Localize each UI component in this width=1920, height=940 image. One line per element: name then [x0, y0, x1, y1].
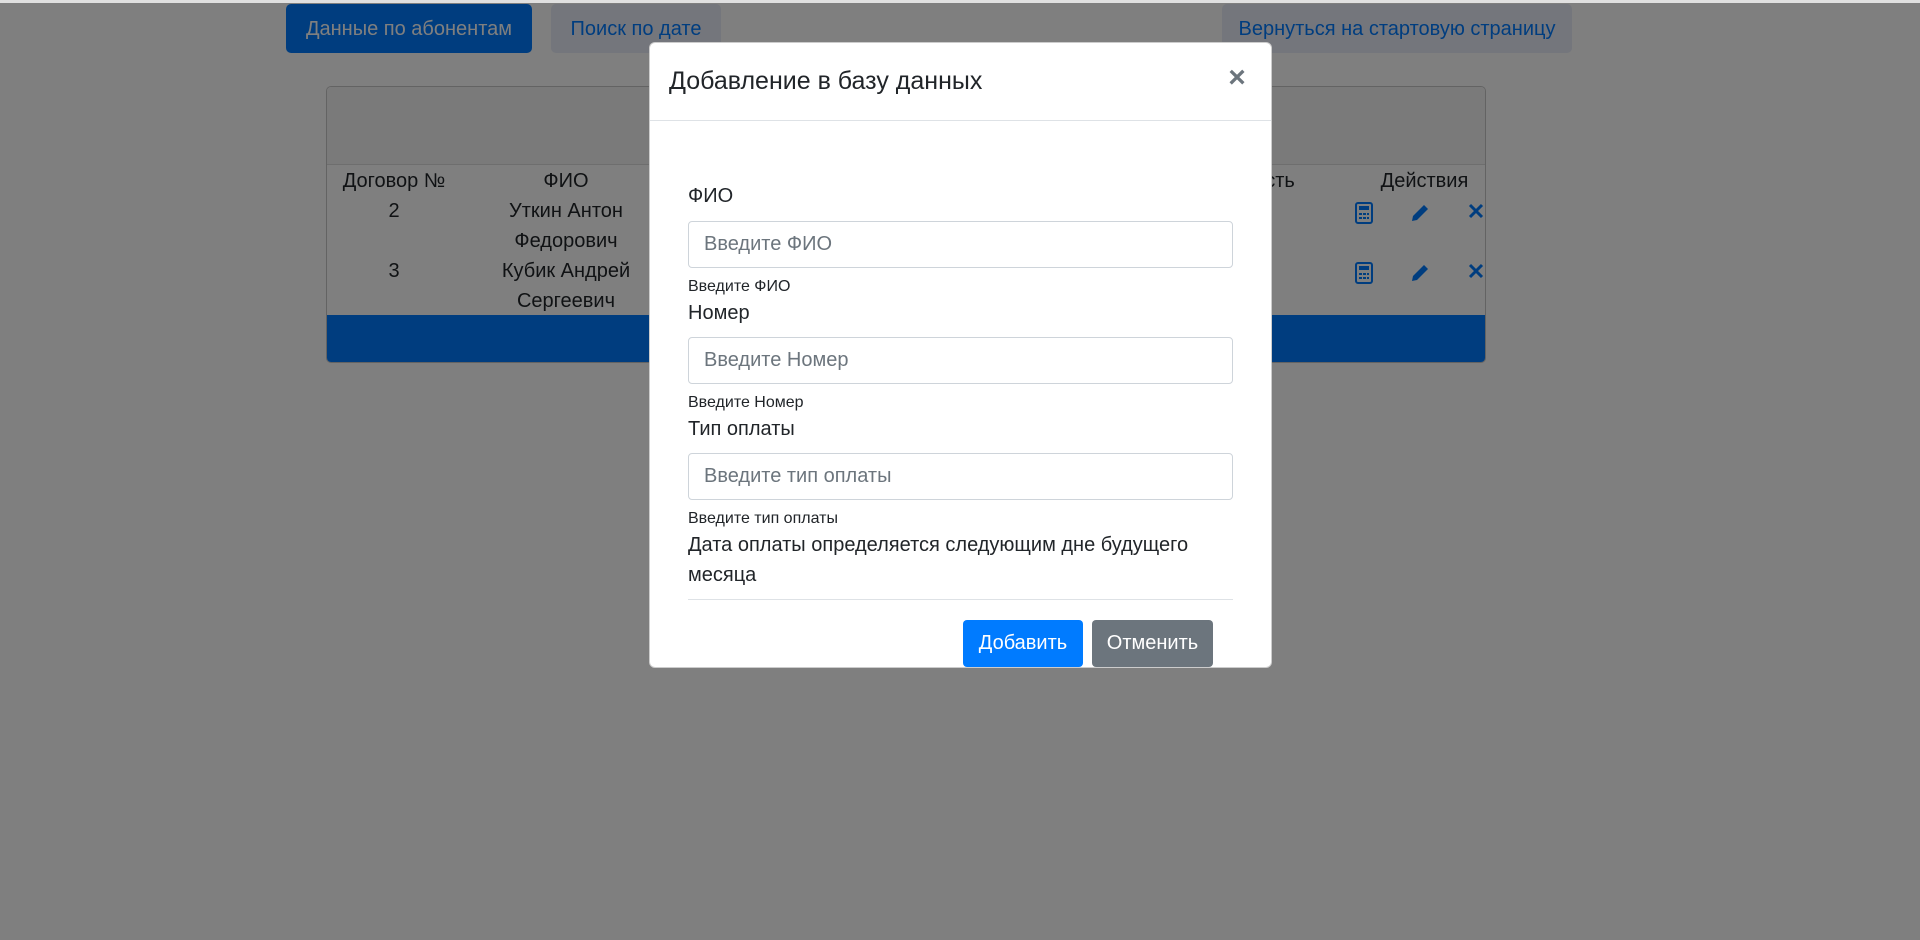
modal-divider: [688, 599, 1233, 600]
number-input[interactable]: [688, 337, 1233, 384]
fio-label: ФИО: [688, 185, 734, 207]
add-record-modal: Добавление в базу данных × ФИО Введите Ф…: [649, 42, 1272, 668]
modal-close-button[interactable]: ×: [1223, 61, 1251, 95]
payment-date-note: Дата оплаты определяется следующим дне б…: [688, 534, 1189, 586]
fio-input[interactable]: [688, 221, 1233, 268]
add-button[interactable]: Добавить: [963, 620, 1083, 667]
payment-type-label: Тип оплаты: [688, 418, 795, 440]
number-help-text: Введите Номер: [688, 394, 804, 411]
payment-type-input[interactable]: [688, 453, 1233, 500]
page: Данные по абонентам Поиск по дате Вернут…: [0, 0, 1920, 940]
cancel-button[interactable]: Отменить: [1092, 620, 1213, 667]
number-label: Номер: [688, 302, 750, 324]
modal-title: Добавление в базу данных: [669, 67, 983, 95]
modal-header: Добавление в базу данных ×: [650, 43, 1271, 121]
payment-type-help-text: Введите тип оплаты: [688, 510, 838, 527]
fio-help-text: Введите ФИО: [688, 278, 791, 295]
